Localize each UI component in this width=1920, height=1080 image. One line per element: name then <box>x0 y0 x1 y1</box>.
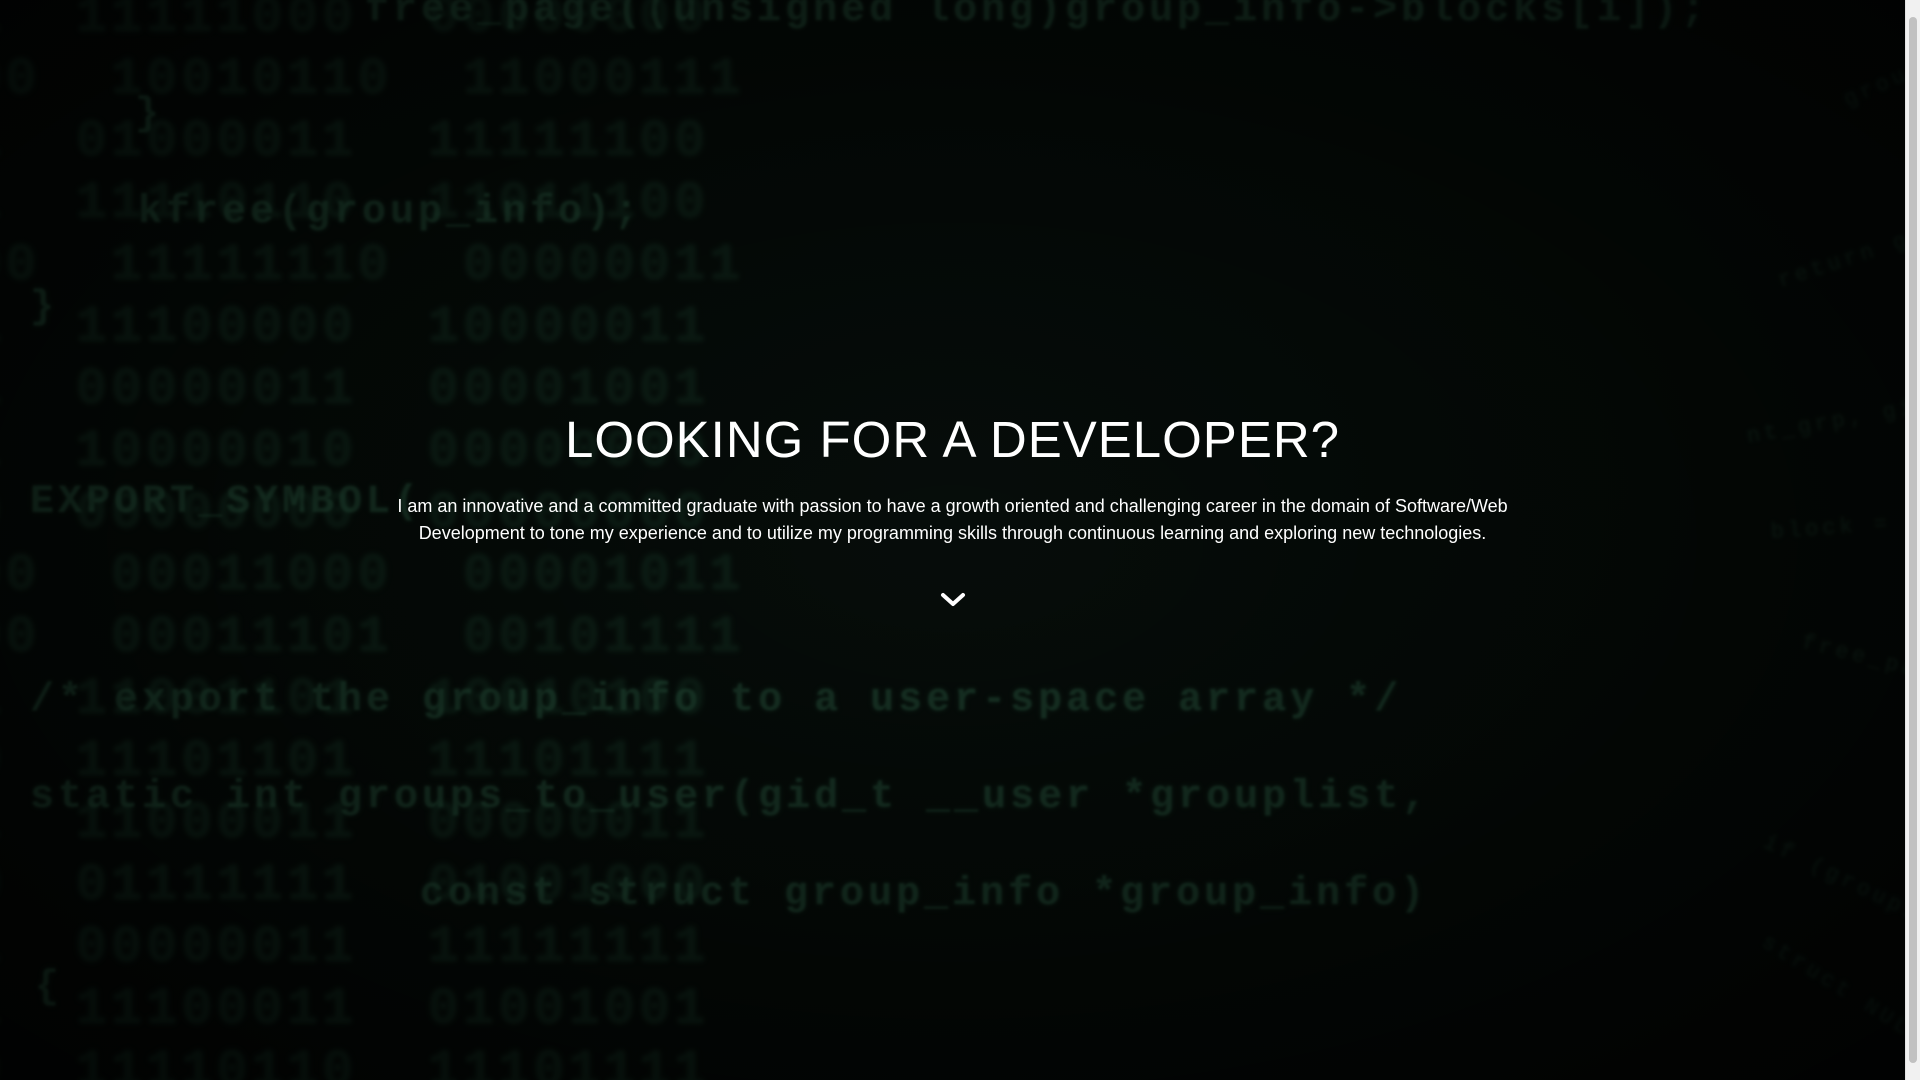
hero-description: I am an innovative and a committed gradu… <box>397 496 1508 543</box>
code-line: } <box>30 285 59 330</box>
code-line: static int groups_to_user(gid_t __user *… <box>30 775 1431 820</box>
binary-row: 1 11000011 00000011 <box>0 794 710 853</box>
binary-row: 00 11111110 00000011 <box>0 236 745 295</box>
scrollbar-thumb[interactable] <box>1909 17 1917 1063</box>
chevron-down-icon <box>940 593 965 606</box>
binary-row: 1 00000011 11111111 <box>0 918 710 977</box>
hero-title: LOOKING FOR A DEVELOPER? <box>564 411 1341 468</box>
code-snippet: if (groupinfo <box>1759 830 1905 951</box>
code-snippet: struct NULL <box>1756 930 1905 1052</box>
code-line: const struct group_info *group_info) <box>420 872 1429 917</box>
code-snippet: return group_ <box>1775 200 1905 294</box>
binary-row: 1 11001101 10010100 <box>0 670 710 729</box>
binary-row: 1 11110110 11011100 <box>0 174 710 233</box>
binary-row: 1 11100011 01001001 <box>0 980 710 1039</box>
code-line: } <box>135 92 164 137</box>
binary-row: 1 11111000 00000000 <box>0 0 710 47</box>
code-snippet: free_page( <box>1798 630 1905 696</box>
code-line: /* export the group_info to a user-space… <box>30 678 1403 723</box>
code-snippet: group_i <box>1840 41 1905 113</box>
scroll-down-button[interactable] <box>933 591 973 621</box>
code-line: free_page((unsigned long)group_info->blo… <box>365 0 1710 33</box>
hero-section: 1 11111000 00000000 00 10010110 11000111… <box>0 0 1905 1080</box>
code-line: { <box>35 965 64 1010</box>
binary-row: 0 11110110 11101111 <box>0 1042 710 1080</box>
browser-viewport: 1 11111000 00000000 00 10010110 11000111… <box>0 0 1920 1080</box>
binary-row: 1 01000011 11111100 <box>0 112 710 171</box>
vertical-scrollbar[interactable] <box>1905 0 1920 1080</box>
binary-row: 0 01111111 01001000 <box>0 856 710 915</box>
code-line: kfree(group_info); <box>138 190 643 235</box>
binary-row: 1 11100000 10000011 <box>0 298 710 357</box>
hero-content: LOOKING FOR A DEVELOPER? I am an innovat… <box>0 405 1905 626</box>
binary-row: 00 10010110 11000111 <box>0 50 745 109</box>
binary-row: 0 11101101 11101111 <box>0 732 710 791</box>
